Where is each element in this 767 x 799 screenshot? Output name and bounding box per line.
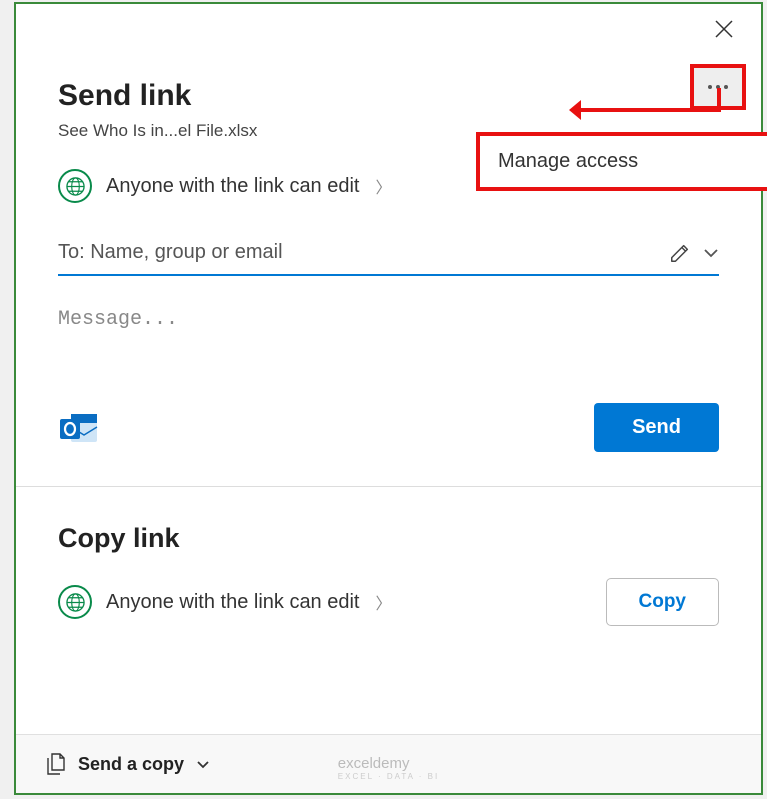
globe-icon bbox=[58, 585, 92, 619]
chevron-right-icon: 〉 bbox=[376, 590, 392, 614]
copy-scope-text: Anyone with the link can edit bbox=[106, 591, 360, 614]
more-options-button[interactable] bbox=[690, 64, 746, 110]
copy-file-icon bbox=[46, 753, 66, 775]
copy-row: Anyone with the link can edit 〉 Copy bbox=[58, 578, 719, 626]
recipients-input[interactable] bbox=[58, 241, 669, 264]
send-button[interactable]: Send bbox=[594, 403, 719, 452]
pencil-icon[interactable] bbox=[669, 242, 691, 264]
send-row: Send bbox=[58, 403, 719, 452]
manage-access-menu-item[interactable]: Manage access bbox=[476, 132, 767, 191]
send-copy-button[interactable]: Send a copy bbox=[16, 734, 761, 793]
copy-link-title: Copy link bbox=[58, 523, 719, 554]
recipients-row bbox=[58, 241, 719, 276]
copy-button[interactable]: Copy bbox=[606, 578, 720, 626]
dialog-content: Send link See Who Is in...el File.xlsx A… bbox=[16, 4, 761, 626]
chevron-down-icon[interactable] bbox=[703, 245, 719, 261]
close-icon[interactable] bbox=[715, 20, 733, 42]
share-dialog: Send link See Who Is in...el File.xlsx A… bbox=[14, 2, 763, 795]
outlook-icon bbox=[58, 407, 100, 449]
copy-link-section: Copy link Anyone with the link can edit … bbox=[58, 487, 719, 626]
copy-scope-selector[interactable]: Anyone with the link can edit 〉 bbox=[58, 585, 392, 619]
chevron-down-icon bbox=[196, 757, 210, 772]
chevron-right-icon: 〉 bbox=[376, 174, 392, 198]
send-copy-label: Send a copy bbox=[78, 754, 184, 775]
scope-text: Anyone with the link can edit bbox=[106, 175, 360, 198]
dialog-title: Send link bbox=[58, 79, 719, 113]
globe-icon bbox=[58, 169, 92, 203]
message-input[interactable] bbox=[58, 308, 719, 388]
